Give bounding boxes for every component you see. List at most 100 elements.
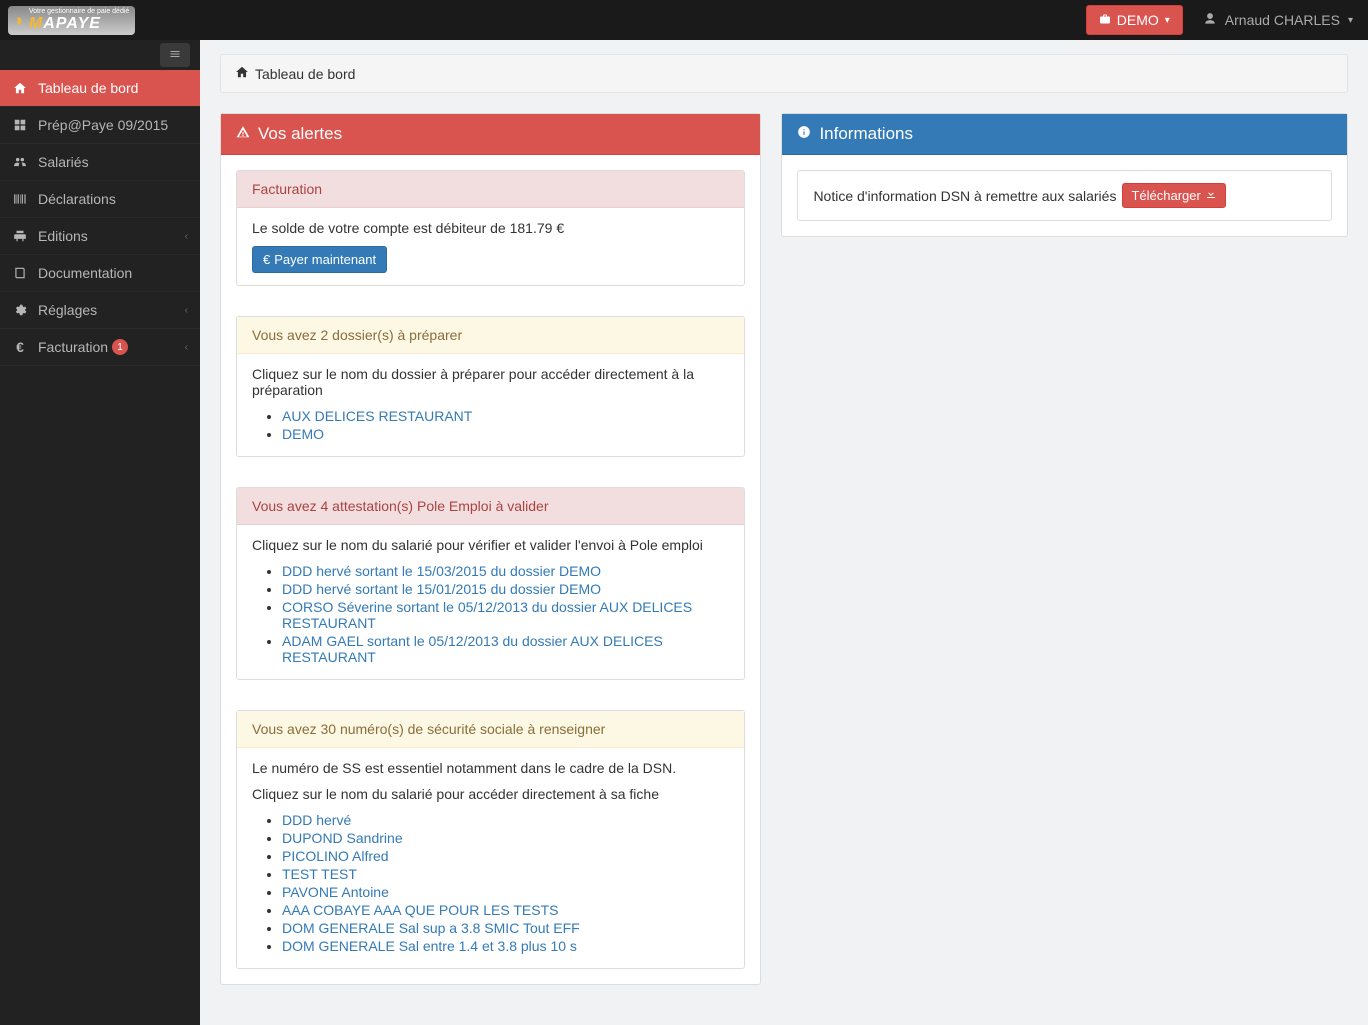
- list-item-link[interactable]: DDD hervé sortant le 15/01/2015 du dossi…: [282, 581, 601, 597]
- alert-attestations-heading: Vous avez 4 attestation(s) Pole Emploi à…: [237, 488, 744, 525]
- sidebar-item-label: Editions: [38, 228, 88, 244]
- briefcase-icon: [1099, 12, 1111, 28]
- nav-list: Tableau de bord Prép@Paye 09/2015 Salariés…: [0, 70, 200, 366]
- alert-numeros-intro2: Cliquez sur le nom du salarié pour accéd…: [252, 786, 729, 802]
- alert-dossiers-intro: Cliquez sur le nom du dossier à préparer…: [252, 366, 729, 398]
- euro-icon: €: [263, 252, 270, 267]
- alert-facturation: Facturation Le solde de votre compte est…: [236, 170, 745, 286]
- chevron-left-icon: ‹: [185, 231, 188, 242]
- list-item: DDD hervé: [282, 812, 729, 828]
- pay-now-button[interactable]: € Payer maintenant: [252, 246, 387, 273]
- list-item-link[interactable]: DOM GENERALE Sal sup a 3.8 SMIC Tout EFF: [282, 920, 580, 936]
- sidebar-item-d-clarations[interactable]: Déclarations: [0, 181, 200, 218]
- alert-facturation-heading: Facturation: [237, 171, 744, 208]
- sidebar-item-label: Documentation: [38, 265, 132, 281]
- sidebar-item-r-glages[interactable]: Réglages ‹: [0, 292, 200, 329]
- list-item: DDD hervé sortant le 15/01/2015 du dossi…: [282, 581, 729, 597]
- info-icon: [797, 124, 811, 144]
- sidebar-item-editions[interactable]: Editions ‹: [0, 218, 200, 255]
- user-icon: [1203, 12, 1217, 29]
- list-item-link[interactable]: DEMO: [282, 426, 324, 442]
- alert-numeros-intro1: Le numéro de SS est essentiel notamment …: [252, 760, 729, 776]
- list-item-link[interactable]: PICOLINO Alfred: [282, 848, 389, 864]
- list-item: AUX DELICES RESTAURANT: [282, 408, 729, 424]
- logo[interactable]: ◗ Votre gestionnaire de paie dédié MAPAY…: [0, 6, 200, 35]
- list-item: TEST TEST: [282, 866, 729, 882]
- demo-label: DEMO: [1117, 12, 1159, 28]
- list-item-link[interactable]: DOM GENERALE Sal entre 1.4 et 3.8 plus 1…: [282, 938, 577, 954]
- alert-attestations-intro: Cliquez sur le nom du salarié pour vérif…: [252, 537, 729, 553]
- chevron-down-icon: ▾: [1348, 15, 1353, 26]
- logo-text: MAPAYE: [29, 15, 101, 32]
- user-menu[interactable]: Arnaud CHARLES ▾: [1203, 12, 1353, 29]
- list-item: DUPOND Sandrine: [282, 830, 729, 846]
- list-item-link[interactable]: AAA COBAYE AAA QUE POUR LES TESTS: [282, 902, 558, 918]
- sidebar-item-tableau-de-bord[interactable]: Tableau de bord: [0, 70, 200, 107]
- home-icon: [12, 81, 28, 95]
- download-icon: [1205, 188, 1217, 203]
- informations-notice-text: Notice d'information DSN à remettre aux …: [813, 188, 1116, 204]
- alert-numeros-heading: Vous avez 30 numéro(s) de sécurité socia…: [237, 711, 744, 748]
- list-item-link[interactable]: AUX DELICES RESTAURANT: [282, 408, 472, 424]
- sidebar-item-label: Facturation: [38, 339, 108, 355]
- list-item: PAVONE Antoine: [282, 884, 729, 900]
- badge: 1: [112, 339, 128, 355]
- list-item: DDD hervé sortant le 15/03/2015 du dossi…: [282, 563, 729, 579]
- sidebar-item-label: Déclarations: [38, 191, 116, 207]
- list-item-link[interactable]: PAVONE Antoine: [282, 884, 389, 900]
- attestations-list: DDD hervé sortant le 15/03/2015 du dossi…: [252, 563, 729, 665]
- sidebar-item-label: Réglages: [38, 302, 97, 318]
- list-item-link[interactable]: DDD hervé: [282, 812, 351, 828]
- chevron-left-icon: ‹: [185, 305, 188, 316]
- list-item: DEMO: [282, 426, 729, 442]
- alerts-title: Vos alertes: [258, 124, 342, 144]
- list-item: DOM GENERALE Sal entre 1.4 et 3.8 plus 1…: [282, 938, 729, 954]
- warning-icon: [236, 124, 250, 144]
- list-item-link[interactable]: ADAM GAEL sortant le 05/12/2013 du dossi…: [282, 633, 663, 665]
- download-button[interactable]: Télécharger: [1122, 183, 1225, 208]
- alert-numeros: Vous avez 30 numéro(s) de sécurité socia…: [236, 710, 745, 969]
- informations-panel: Informations Notice d'information DSN à …: [781, 113, 1348, 237]
- cogs-icon: [12, 303, 28, 317]
- sidebar-item-label: Salariés: [38, 154, 89, 170]
- logo-tagline: Votre gestionnaire de paie dédié: [29, 8, 129, 15]
- list-item: CORSO Séverine sortant le 05/12/2013 du …: [282, 599, 729, 631]
- user-name: Arnaud CHARLES: [1225, 12, 1340, 28]
- numeros-list: DDD hervé DUPOND Sandrine PICOLINO Alfred T…: [252, 812, 729, 954]
- users-icon: [12, 155, 28, 169]
- chevron-left-icon: ‹: [185, 342, 188, 353]
- list-item: DOM GENERALE Sal sup a 3.8 SMIC Tout EFF: [282, 920, 729, 936]
- list-item-link[interactable]: DDD hervé sortant le 15/03/2015 du dossi…: [282, 563, 601, 579]
- alert-dossiers: Vous avez 2 dossier(s) à préparer Clique…: [236, 316, 745, 457]
- list-item-link[interactable]: CORSO Séverine sortant le 05/12/2013 du …: [282, 599, 692, 631]
- alert-facturation-text: Le solde de votre compte est débiteur de…: [252, 220, 729, 236]
- sidebar-item-documentation[interactable]: Documentation: [0, 255, 200, 292]
- bars-icon: [168, 47, 182, 63]
- top-header: ◗ Votre gestionnaire de paie dédié MAPAY…: [0, 0, 1368, 40]
- list-item: AAA COBAYE AAA QUE POUR LES TESTS: [282, 902, 729, 918]
- sidebar-item-label: Prép@Paye 09/2015: [38, 117, 168, 133]
- sidebar-toggle-button[interactable]: [160, 43, 190, 67]
- breadcrumb: Tableau de bord: [220, 54, 1348, 93]
- pay-now-label: Payer maintenant: [274, 252, 376, 267]
- sidebar-item-salari-s[interactable]: Salariés: [0, 144, 200, 181]
- list-item-link[interactable]: TEST TEST: [282, 866, 357, 882]
- chevron-down-icon: ▾: [1165, 15, 1170, 26]
- main-content: Tableau de bord Vos alertes Facturation: [200, 40, 1368, 1025]
- sidebar-item-label: Tableau de bord: [38, 80, 138, 96]
- demo-dropdown-button[interactable]: DEMO ▾: [1086, 5, 1183, 35]
- breadcrumb-title: Tableau de bord: [255, 66, 355, 82]
- sidebar: Tableau de bord Prép@Paye 09/2015 Salariés…: [0, 40, 200, 1025]
- alert-attestations: Vous avez 4 attestation(s) Pole Emploi à…: [236, 487, 745, 680]
- logo-glyph-icon: ◗: [14, 10, 25, 31]
- alerts-panel-heading: Vos alertes: [221, 114, 760, 155]
- book-icon: [12, 266, 28, 280]
- alert-dossiers-heading: Vous avez 2 dossier(s) à préparer: [237, 317, 744, 354]
- euro-icon: €: [12, 339, 28, 355]
- download-label: Télécharger: [1131, 188, 1200, 203]
- sidebar-item-pr-p-paye-09-2015[interactable]: Prép@Paye 09/2015: [0, 107, 200, 144]
- sidebar-item-facturation[interactable]: € Facturation1 ‹: [0, 329, 200, 366]
- informations-title: Informations: [819, 124, 913, 144]
- informations-panel-heading: Informations: [782, 114, 1347, 155]
- list-item-link[interactable]: DUPOND Sandrine: [282, 830, 403, 846]
